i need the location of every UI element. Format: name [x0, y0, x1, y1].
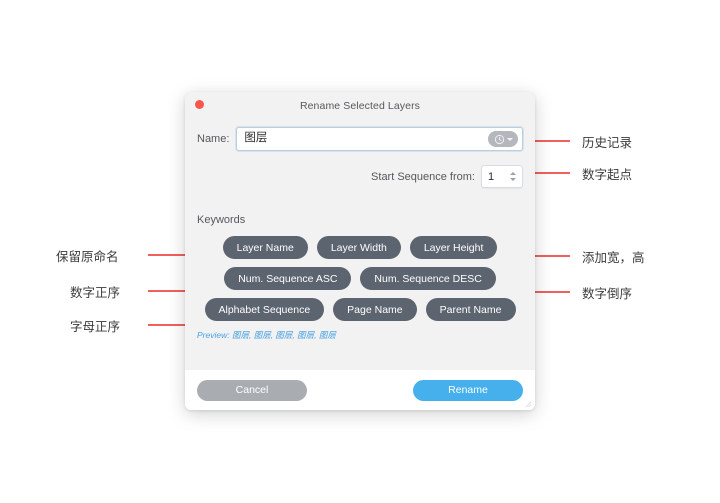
dialog-footer: Cancel Rename: [185, 370, 535, 410]
name-input-value: 图层: [244, 132, 268, 145]
caret-down-icon[interactable]: [510, 178, 516, 181]
sequence-stepper-arrows[interactable]: [506, 172, 522, 181]
keywords-list: Layer Name Layer Width Layer Height Num.…: [197, 236, 523, 321]
sequence-stepper-value: 1: [488, 170, 495, 183]
annotation-label-keep-original-name: 保留原命名: [56, 249, 119, 264]
sequence-label: Start Sequence from:: [371, 170, 475, 183]
name-label: Name:: [197, 133, 230, 145]
dialog-body: Name: 图层 Start Sequence from: 1 Keywords…: [185, 119, 535, 370]
resize-grip-icon[interactable]: [525, 401, 532, 408]
annotation-label-number-descending: 数字倒序: [582, 286, 633, 301]
annotation-label-alphabet-ascending: 字母正序: [70, 319, 121, 334]
dialog-titlebar: Rename Selected Layers: [185, 92, 535, 119]
close-icon[interactable]: [195, 100, 204, 109]
chevron-down-icon: [506, 137, 513, 141]
rename-button[interactable]: Rename: [413, 379, 523, 401]
keyword-pill-layer-name[interactable]: Layer Name: [222, 236, 308, 259]
annotation-label-add-width-height: 添加宽，高: [582, 250, 645, 265]
annotation-label-number-start: 数字起点: [582, 167, 633, 182]
caret-up-icon[interactable]: [510, 172, 516, 175]
annotation-label-history: 历史记录: [582, 135, 633, 150]
keywords-row: Alphabet Sequence Page Name Parent Name: [197, 298, 523, 321]
keywords-row: Num. Sequence ASC Num. Sequence DESC: [197, 267, 523, 290]
annotation-label-number-ascending: 数字正序: [70, 285, 121, 300]
sequence-stepper[interactable]: 1: [481, 165, 523, 188]
sequence-row: Start Sequence from: 1: [197, 165, 523, 188]
keywords-heading: Keywords: [197, 214, 246, 226]
preview-label: Preview:: [197, 330, 230, 340]
keywords-row: Layer Name Layer Width Layer Height: [197, 236, 523, 259]
screenshot-stage: 保留原命名 数字正序 字母正序 历史记录 数字起点 添加宽，高 数字倒序 Ren…: [0, 0, 720, 503]
cancel-button[interactable]: Cancel: [197, 379, 307, 401]
keyword-pill-num-sequence-asc[interactable]: Num. Sequence ASC: [224, 267, 352, 290]
dialog-title: Rename Selected Layers: [299, 99, 421, 112]
keyword-pill-layer-height[interactable]: Layer Height: [409, 236, 498, 259]
name-input[interactable]: 图层: [236, 127, 523, 151]
keyword-pill-num-sequence-desc[interactable]: Num. Sequence DESC: [360, 267, 496, 290]
history-dropdown-button[interactable]: [488, 131, 518, 147]
rename-dialog: Rename Selected Layers Name: 图层 Start Se…: [185, 92, 535, 410]
clock-history-icon: [494, 134, 504, 144]
keyword-pill-page-name[interactable]: Page Name: [333, 298, 417, 321]
preview-row: Preview: 图层, 图层, 图层, 图层, 图层: [197, 329, 523, 341]
name-row: Name: 图层: [197, 127, 523, 151]
keyword-pill-alphabet-sequence[interactable]: Alphabet Sequence: [204, 298, 325, 321]
keyword-pill-layer-width[interactable]: Layer Width: [316, 236, 401, 259]
preview-value: 图层, 图层, 图层, 图层, 图层: [231, 330, 336, 340]
keyword-pill-parent-name[interactable]: Parent Name: [425, 298, 516, 321]
